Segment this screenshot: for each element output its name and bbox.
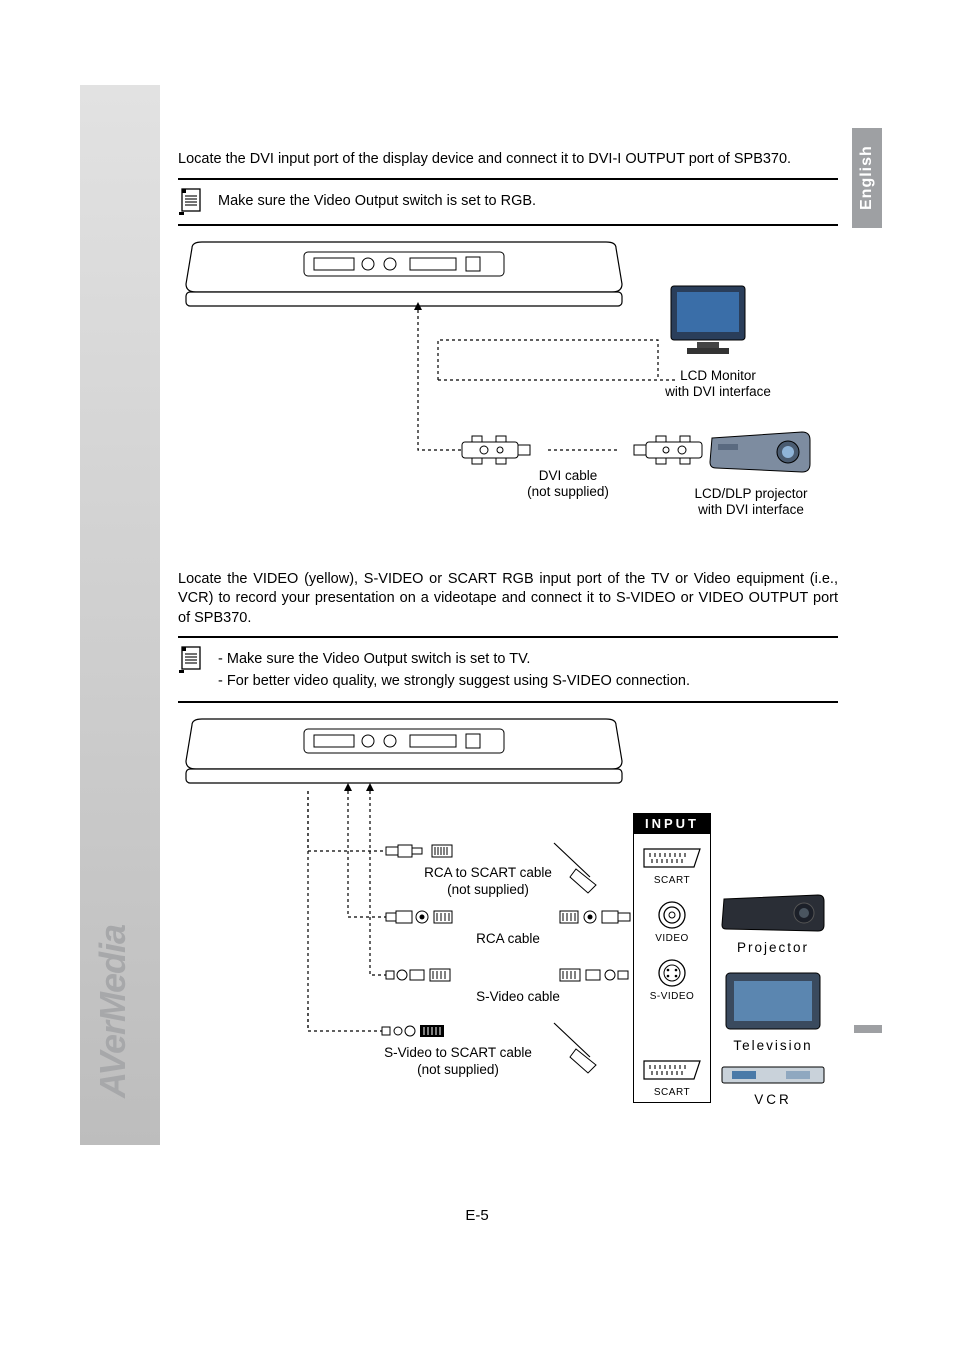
television-device: Television xyxy=(718,969,828,1055)
note-box-2: Make sure the Video Output switch is set… xyxy=(178,636,838,703)
input-header: INPUT xyxy=(633,813,711,834)
section2-paragraph: Locate the VIDEO (yellow), S-VIDEO or SC… xyxy=(178,570,838,629)
figure-av-connection: INPUT SCART VIDEO xyxy=(178,717,838,1107)
rca-cable-right-icon xyxy=(558,907,634,927)
note-icon xyxy=(178,188,204,216)
note-icon xyxy=(178,646,204,674)
vcr-icon xyxy=(718,1063,828,1087)
projector-device: Projector xyxy=(718,889,828,955)
scart-port-icon xyxy=(640,843,704,873)
rca-cable-left-icon xyxy=(384,907,454,927)
projector-label: Projector xyxy=(718,940,828,957)
svideo-label: S-VIDEO xyxy=(633,991,711,1004)
right-margin-mark xyxy=(854,1025,882,1033)
dlp-projector-icon xyxy=(706,424,816,480)
svideo-cable-label: S-Video cable xyxy=(448,989,588,1006)
dvi-cable-label: DVI cable (not supplied) xyxy=(498,468,638,502)
svideo-cable-left-icon xyxy=(384,965,454,985)
scart-label-top: SCART xyxy=(633,875,711,888)
lcd-monitor-icon xyxy=(663,280,753,360)
vcr-label: VCR xyxy=(718,1092,828,1109)
scart-label-bottom: SCART xyxy=(633,1087,711,1100)
television-label: Television xyxy=(718,1038,828,1055)
dlp-projector-label: LCD/DLP projector with DVI interface xyxy=(666,486,836,520)
scart-port-bottom-icon xyxy=(640,1055,704,1085)
rca-plug-left-icon xyxy=(384,841,454,861)
svideo-cable-right-icon xyxy=(558,965,634,985)
rca-cable-label: RCA cable xyxy=(448,931,568,948)
dvi-connector-left-icon xyxy=(460,432,550,468)
video-port-icon xyxy=(656,899,688,931)
sv-scart-left-icon xyxy=(380,1021,466,1041)
svideo-port-icon xyxy=(656,957,688,989)
rca-scart-cable-label: RCA to SCART cable (not supplied) xyxy=(408,865,568,899)
language-tab: English xyxy=(852,128,882,228)
page-number: E-5 xyxy=(0,1207,954,1224)
note2-item-1: Make sure the Video Output switch is set… xyxy=(218,649,690,671)
figure-dvi-connection: LCD Monitor with DVI interface DVI cable xyxy=(178,240,838,540)
television-icon xyxy=(718,969,828,1033)
note2-list: Make sure the Video Output switch is set… xyxy=(218,646,690,693)
lcd-monitor-label: LCD Monitor with DVI interface xyxy=(648,368,788,402)
projector-icon xyxy=(718,889,828,935)
section1-paragraph: Locate the DVI input port of the display… xyxy=(178,150,838,170)
video-label: VIDEO xyxy=(633,933,711,946)
sv-scart-cable-label: S-Video to SCART cable (not supplied) xyxy=(358,1045,558,1079)
note-box-1: Make sure the Video Output switch is set… xyxy=(178,178,838,226)
vcr-device: VCR xyxy=(718,1063,828,1107)
note1-text: Make sure the Video Output switch is set… xyxy=(218,188,536,213)
dvi-connector-right-icon xyxy=(618,432,708,468)
brand-logo: AVerMedia xyxy=(92,925,134,1098)
page-content: Locate the DVI input port of the display… xyxy=(178,150,838,1107)
note2-item-2: For better video quality, we strongly su… xyxy=(218,671,690,693)
